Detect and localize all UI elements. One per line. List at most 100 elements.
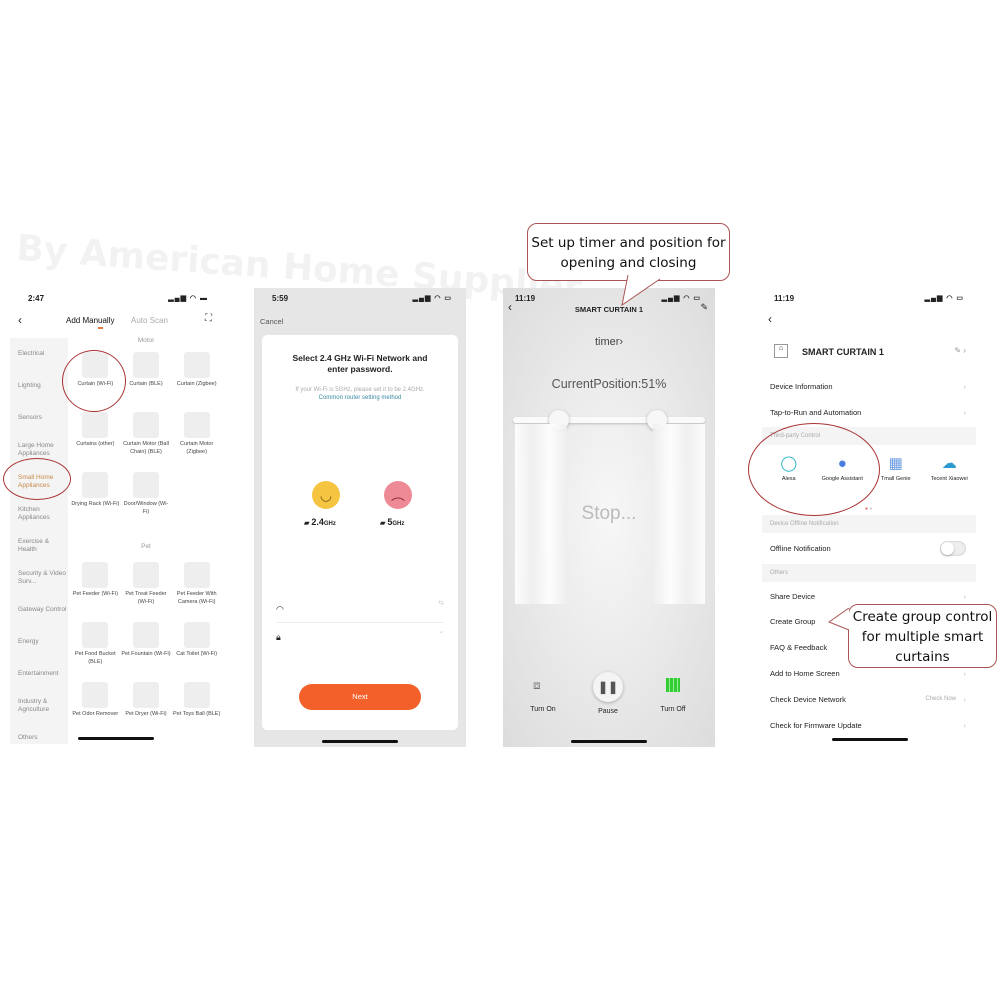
device-type-item[interactable]: Door/Window (Wi-Fi)	[121, 468, 172, 528]
curtain-closed-icon[interactable]	[666, 678, 680, 692]
tab-add-manually[interactable]: Add Manually	[66, 316, 114, 325]
switch-network-icon[interactable]: ⇆	[438, 599, 444, 607]
cancel-button[interactable]: Cancel	[260, 317, 283, 326]
home-indicator	[571, 740, 647, 743]
device-type-label: Pet Fountain (Wi-Fi)	[121, 651, 171, 657]
home-indicator	[832, 738, 908, 741]
wifi-password-input[interactable]: 🔒︎ ⌄	[276, 627, 444, 647]
device-type-item[interactable]: Pet Toys Ball (BLE)	[171, 678, 222, 738]
device-type-item[interactable]: Pet Feeder With Camera (Wi-Fi)	[171, 558, 222, 618]
device-image	[132, 472, 159, 498]
turn-on-button[interactable]: Turn On	[515, 706, 571, 713]
edit-name-icon[interactable]: ✎ ›	[954, 346, 966, 355]
highlight-circle	[62, 350, 126, 412]
device-type-item[interactable]: Pet Treat Feeder (Wi-Fi)	[121, 558, 172, 618]
device-image	[183, 562, 210, 588]
turn-off-button[interactable]: Turn Off	[645, 706, 701, 713]
pause-button[interactable]: Pause	[580, 708, 636, 715]
device-type-label: Drying Rack (Wi-Fi)	[71, 501, 120, 507]
offline-toggle[interactable]	[940, 541, 966, 556]
sidebar-item[interactable]: Sensors	[10, 402, 68, 434]
device-title: SMART CURTAIN 1	[574, 305, 644, 314]
page-dots: ● ●	[865, 506, 873, 512]
device-type-item[interactable]: Pet Food Bucket (BLE)	[70, 618, 121, 678]
device-type-label: Pet Food Bucket (BLE)	[74, 651, 116, 665]
device-type-item[interactable]: Curtain Motor (Ball Chain) (BLE)	[121, 408, 172, 468]
wifi-hint: If your Wi-Fi is 5GHz, please set it to …	[295, 387, 425, 393]
row-offline-notification: Offline Notification	[762, 536, 976, 560]
callout-pointer	[828, 608, 850, 631]
band-5g-label: ▰ 5GHz	[380, 517, 405, 527]
current-position: CurrentPosition:51%	[551, 377, 667, 391]
row-label: Add to Home Screen	[770, 668, 840, 678]
device-image	[183, 622, 210, 648]
pause-icon[interactable]: ❚❚	[593, 672, 623, 702]
callout-pointer	[621, 275, 661, 307]
highlight-circle	[3, 458, 71, 500]
device-type-item[interactable]: Drying Rack (Wi-Fi)	[70, 468, 121, 528]
device-image	[132, 412, 159, 438]
tab-auto-scan[interactable]: Auto Scan	[131, 316, 168, 325]
curtain-open-icon[interactable]: ⧈	[533, 678, 541, 693]
row-device-information[interactable]: Device Information ›	[762, 374, 976, 398]
router-setting-link[interactable]: Common router setting method	[262, 395, 458, 401]
device-image	[82, 562, 109, 588]
device-image	[183, 412, 210, 438]
back-icon[interactable]: ‹	[768, 312, 772, 326]
category-sidebar: Electrical Lighting Sensors Large Home Appl…	[10, 338, 68, 744]
device-type-item[interactable]: Cat Toilet (Wi-Fi)	[171, 618, 222, 678]
device-type-item[interactable]: Curtains (other)	[70, 408, 121, 468]
sidebar-item[interactable]: Others	[10, 722, 68, 744]
device-image	[183, 352, 210, 378]
device-image	[82, 412, 109, 438]
sidebar-item[interactable]: Kitchen Appliances	[10, 498, 68, 530]
curtain-device-icon: ⌂	[774, 344, 788, 358]
third-party-tecent-xiaowei[interactable]: ☁ Tecent Xiaowei	[923, 452, 977, 502]
sidebar-item[interactable]: Lighting	[10, 370, 68, 402]
device-type-label: Curtain (BLE)	[129, 381, 163, 387]
timer-link[interactable]: timer›	[503, 336, 715, 348]
device-type-item[interactable]: Curtain (Zigbee)	[171, 348, 222, 408]
sidebar-item[interactable]: Gateway Control	[10, 594, 68, 626]
chevron-right-icon: ›	[963, 407, 967, 417]
highlight-circle	[748, 423, 880, 516]
sidebar-item[interactable]: Exercise & Health	[10, 530, 68, 562]
settings-row[interactable]: Check for Firmware Update ›	[762, 713, 976, 737]
scan-icon[interactable]: ⛶	[205, 313, 212, 324]
next-button[interactable]: Next	[299, 684, 421, 710]
settings-row[interactable]: Check Device Network Check Now ›	[762, 687, 976, 711]
status-time: 5:59	[272, 294, 289, 303]
lock-icon: 🔒︎	[276, 632, 281, 642]
device-image	[82, 472, 109, 498]
chevron-right-icon: ›	[963, 591, 967, 601]
device-type-label: Curtain Motor (Zigbee)	[180, 441, 214, 455]
device-image	[183, 682, 210, 708]
chevron-right-icon: ›	[963, 668, 967, 678]
signal-wifi-battery-icon: ▂▄▆ ◠ ▭	[412, 295, 452, 302]
device-type-item[interactable]: Pet Fountain (Wi-Fi)	[121, 618, 172, 678]
device-type-item[interactable]: Pet Dryer (Wi-Fi)	[121, 678, 172, 738]
sidebar-item[interactable]: Industry & Agriculture	[10, 690, 68, 722]
wifi-card: Select 2.4 GHz Wi-Fi Network and enter p…	[262, 335, 458, 730]
device-type-item[interactable]: Pet Odor Remover	[70, 678, 121, 738]
sidebar-item[interactable]: Energy	[10, 626, 68, 658]
tecent-xiaowei-icon: ☁	[941, 455, 957, 472]
row-tap-to-run[interactable]: Tap-to-Run and Automation ›	[762, 400, 976, 424]
curtain-rod	[513, 417, 705, 423]
wifi-ssid-input[interactable]: ◠ ⇆	[276, 599, 444, 623]
device-type-item[interactable]: Curtain Motor (Zigbee)	[171, 408, 222, 468]
curtain-control-screen: 11:19 ▂▄▆ ◠ ▭ ‹ SMART CURTAIN 1 ✎ timer› …	[503, 288, 715, 747]
device-type-label: Pet Treat Feeder (Wi-Fi)	[125, 591, 167, 605]
chevron-right-icon: ›	[963, 381, 967, 391]
sidebar-item[interactable]: Electrical	[10, 338, 68, 370]
device-type-item[interactable]: Pet Feeder (Wi-Fi)	[70, 558, 121, 618]
group-callout: Create group control for multiple smart …	[848, 604, 997, 668]
band-2g-label: ▰ 2.4GHz	[304, 517, 336, 527]
back-icon[interactable]: ‹	[18, 313, 22, 327]
sidebar-item[interactable]: Entertainment	[10, 658, 68, 690]
eye-hidden-icon[interactable]: ⌄	[438, 627, 444, 635]
edit-icon[interactable]: ✎	[700, 302, 708, 313]
sidebar-item[interactable]: Security & Video Surv...	[10, 562, 68, 594]
add-device-screen: 2:47 ▂▄▆ ◠ ▬ ‹ Add Manually Auto Scan ⛶ E…	[10, 288, 222, 744]
device-type-item[interactable]: Curtain (BLE)	[121, 348, 172, 408]
